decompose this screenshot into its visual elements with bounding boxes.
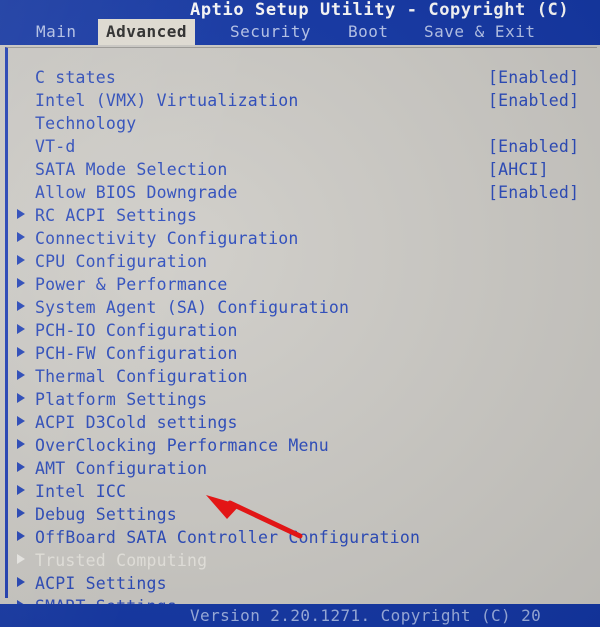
submenu-arrow-icon xyxy=(17,370,25,380)
setting-label: PCH-IO Configuration xyxy=(35,321,238,340)
setting-row-sata-mode-selection[interactable]: SATA Mode Selection [AHCI] xyxy=(8,158,597,181)
setting-label: RC ACPI Settings xyxy=(35,206,198,225)
setting-value[interactable]: [Enabled] xyxy=(488,181,579,204)
setting-label: OffBoard SATA Controller Configuration xyxy=(35,528,421,547)
setting-label: Power & Performance xyxy=(35,275,228,294)
submenu-arrow-icon xyxy=(17,577,25,587)
submenu-item-connectivity-configuration[interactable]: Connectivity Configuration xyxy=(8,227,597,250)
submenu-item-rc-acpi-settings[interactable]: RC ACPI Settings xyxy=(8,204,597,227)
tab-advanced[interactable]: Advanced xyxy=(98,19,196,45)
settings-panel: C states [Enabled] Intel (VMX) Virtualizat… xyxy=(5,47,597,627)
submenu-item-amt-configuration[interactable]: AMT Configuration xyxy=(8,457,597,480)
submenu-item-acpi-settings[interactable]: ACPI Settings xyxy=(8,572,597,595)
submenu-arrow-icon xyxy=(17,209,25,219)
title-bar: Aptio Setup Utility - Copyright (C) xyxy=(0,0,600,19)
version-text: Version 2.20.1271. Copyright (C) 20 xyxy=(190,606,542,625)
setting-label: ACPI D3Cold settings xyxy=(35,413,238,432)
setting-label: Intel (VMX) Virtualization xyxy=(35,91,299,110)
submenu-item-pch-io-configuration[interactable]: PCH-IO Configuration xyxy=(8,319,597,342)
setting-row-allow-bios-downgrade[interactable]: Allow BIOS Downgrade [Enabled] xyxy=(8,181,597,204)
submenu-arrow-icon xyxy=(17,347,25,357)
setting-row-intel-vmx-virtualization[interactable]: Intel (VMX) Virtualization [Enabled] xyxy=(8,89,597,112)
submenu-item-debug-settings[interactable]: Debug Settings xyxy=(8,503,597,526)
bios-setup-screen: Aptio Setup Utility - Copyright (C) Main… xyxy=(0,0,600,627)
submenu-item-cpu-configuration[interactable]: CPU Configuration xyxy=(8,250,597,273)
submenu-item-overclocking-performance-menu[interactable]: OverClocking Performance Menu xyxy=(8,434,597,457)
setting-label: Thermal Configuration xyxy=(35,367,248,386)
submenu-item-power-performance[interactable]: Power & Performance xyxy=(8,273,597,296)
menu-tab-bar: Main Advanced Security Boot Save & Exit xyxy=(0,19,600,45)
submenu-item-platform-settings[interactable]: Platform Settings xyxy=(8,388,597,411)
submenu-item-acpi-d3cold-settings[interactable]: ACPI D3Cold settings xyxy=(8,411,597,434)
submenu-arrow-icon xyxy=(17,416,25,426)
submenu-item-thermal-configuration[interactable]: Thermal Configuration xyxy=(8,365,597,388)
submenu-arrow-icon xyxy=(17,393,25,403)
submenu-item-intel-icc[interactable]: Intel ICC xyxy=(8,480,597,503)
submenu-arrow-icon xyxy=(17,508,25,518)
setting-label: Technology xyxy=(35,114,137,133)
submenu-arrow-icon xyxy=(17,485,25,495)
setting-row-technology[interactable]: Technology xyxy=(8,112,597,135)
page-title: Aptio Setup Utility - Copyright (C) xyxy=(190,0,570,20)
setting-label: PCH-FW Configuration xyxy=(35,344,238,363)
tab-boot[interactable]: Boot xyxy=(340,19,397,45)
submenu-item-trusted-computing[interactable]: Trusted Computing xyxy=(8,549,597,572)
settings-list: C states [Enabled] Intel (VMX) Virtualizat… xyxy=(8,48,597,627)
submenu-arrow-icon xyxy=(17,278,25,288)
setting-label: Debug Settings xyxy=(35,505,177,524)
setting-label: Intel ICC xyxy=(35,482,127,501)
submenu-arrow-icon xyxy=(17,324,25,334)
tab-save-exit[interactable]: Save & Exit xyxy=(416,19,543,45)
submenu-item-pch-fw-configuration[interactable]: PCH-FW Configuration xyxy=(8,342,597,365)
setting-label: OverClocking Performance Menu xyxy=(35,436,329,455)
setting-label: SATA Mode Selection xyxy=(35,160,228,179)
submenu-arrow-icon xyxy=(17,531,25,541)
submenu-arrow-icon xyxy=(17,255,25,265)
setting-label: Connectivity Configuration xyxy=(35,229,299,248)
tab-main[interactable]: Main xyxy=(28,19,85,45)
setting-row-c-states[interactable]: C states [Enabled] xyxy=(8,66,597,89)
setting-label: C states xyxy=(35,68,117,87)
setting-label: System Agent (SA) Configuration xyxy=(35,298,350,317)
setting-value[interactable]: [Enabled] xyxy=(488,66,579,89)
footer-bar: Version 2.20.1271. Copyright (C) 20 xyxy=(0,604,600,627)
tab-security[interactable]: Security xyxy=(222,19,319,45)
submenu-arrow-icon xyxy=(17,232,25,242)
submenu-arrow-icon xyxy=(17,554,25,564)
setting-label: Trusted Computing xyxy=(35,551,208,570)
setting-value[interactable]: [Enabled] xyxy=(488,89,579,112)
setting-value[interactable]: [Enabled] xyxy=(488,135,579,158)
setting-label: Allow BIOS Downgrade xyxy=(35,183,238,202)
submenu-arrow-icon xyxy=(17,462,25,472)
setting-value[interactable]: [AHCI] xyxy=(488,158,549,181)
setting-label: CPU Configuration xyxy=(35,252,208,271)
setting-row-vt-d[interactable]: VT-d [Enabled] xyxy=(8,135,597,158)
setting-label: ACPI Settings xyxy=(35,574,167,593)
setting-label: AMT Configuration xyxy=(35,459,208,478)
submenu-arrow-icon xyxy=(17,439,25,449)
setting-label: VT-d xyxy=(35,137,76,156)
setting-label: Platform Settings xyxy=(35,390,208,409)
submenu-item-offboard-sata-controller-configuration[interactable]: OffBoard SATA Controller Configuration xyxy=(8,526,597,549)
submenu-item-system-agent-sa-configuration[interactable]: System Agent (SA) Configuration xyxy=(8,296,597,319)
submenu-arrow-icon xyxy=(17,301,25,311)
